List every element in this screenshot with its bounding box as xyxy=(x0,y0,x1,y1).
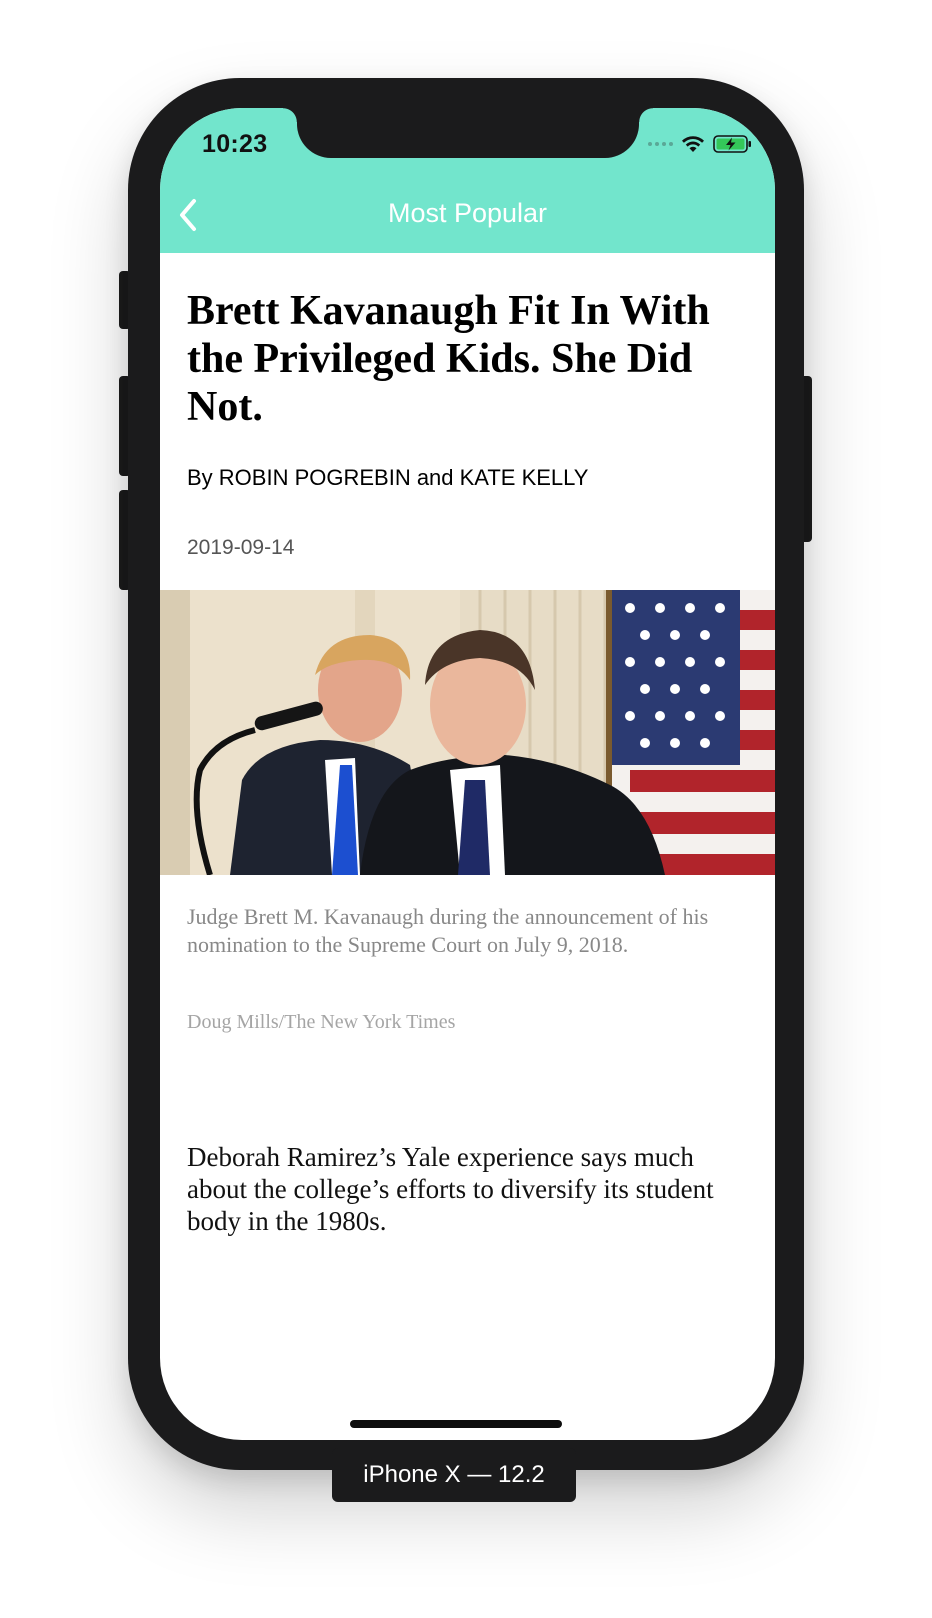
app-header: 10:23 Most Popular xyxy=(160,108,775,253)
article-summary: Deborah Ramirez’s Yale experience says m… xyxy=(187,1142,714,1236)
home-indicator[interactable] xyxy=(350,1420,562,1428)
image-credit: Doug Mills/The New York Times xyxy=(187,1011,456,1033)
cellular-signal-icon xyxy=(648,142,673,146)
simulator-stage: 10:23 Most Popular Brett Kavanaugh Fit I… xyxy=(0,0,932,1618)
article-byline: By ROBIN POGREBIN and KATE KELLY xyxy=(187,465,589,490)
battery-charging-icon xyxy=(713,135,751,153)
image-caption: Judge Brett M. Kavanaugh during the anno… xyxy=(187,904,709,957)
phone-screen: 10:23 Most Popular Brett Kavanaugh Fit I… xyxy=(160,108,775,1440)
status-icons xyxy=(648,134,753,154)
nav-title: Most Popular xyxy=(387,198,548,228)
device-notch xyxy=(283,108,653,158)
simulator-device-label: iPhone X — 12.2 xyxy=(332,1448,576,1502)
article-headline: Brett Kavanaugh Fit In With the Privileg… xyxy=(187,288,710,430)
wifi-icon xyxy=(682,136,704,152)
article-image xyxy=(160,590,775,875)
article-date: 2019-09-14 xyxy=(187,536,295,559)
status-time: 10:23 xyxy=(202,130,268,158)
